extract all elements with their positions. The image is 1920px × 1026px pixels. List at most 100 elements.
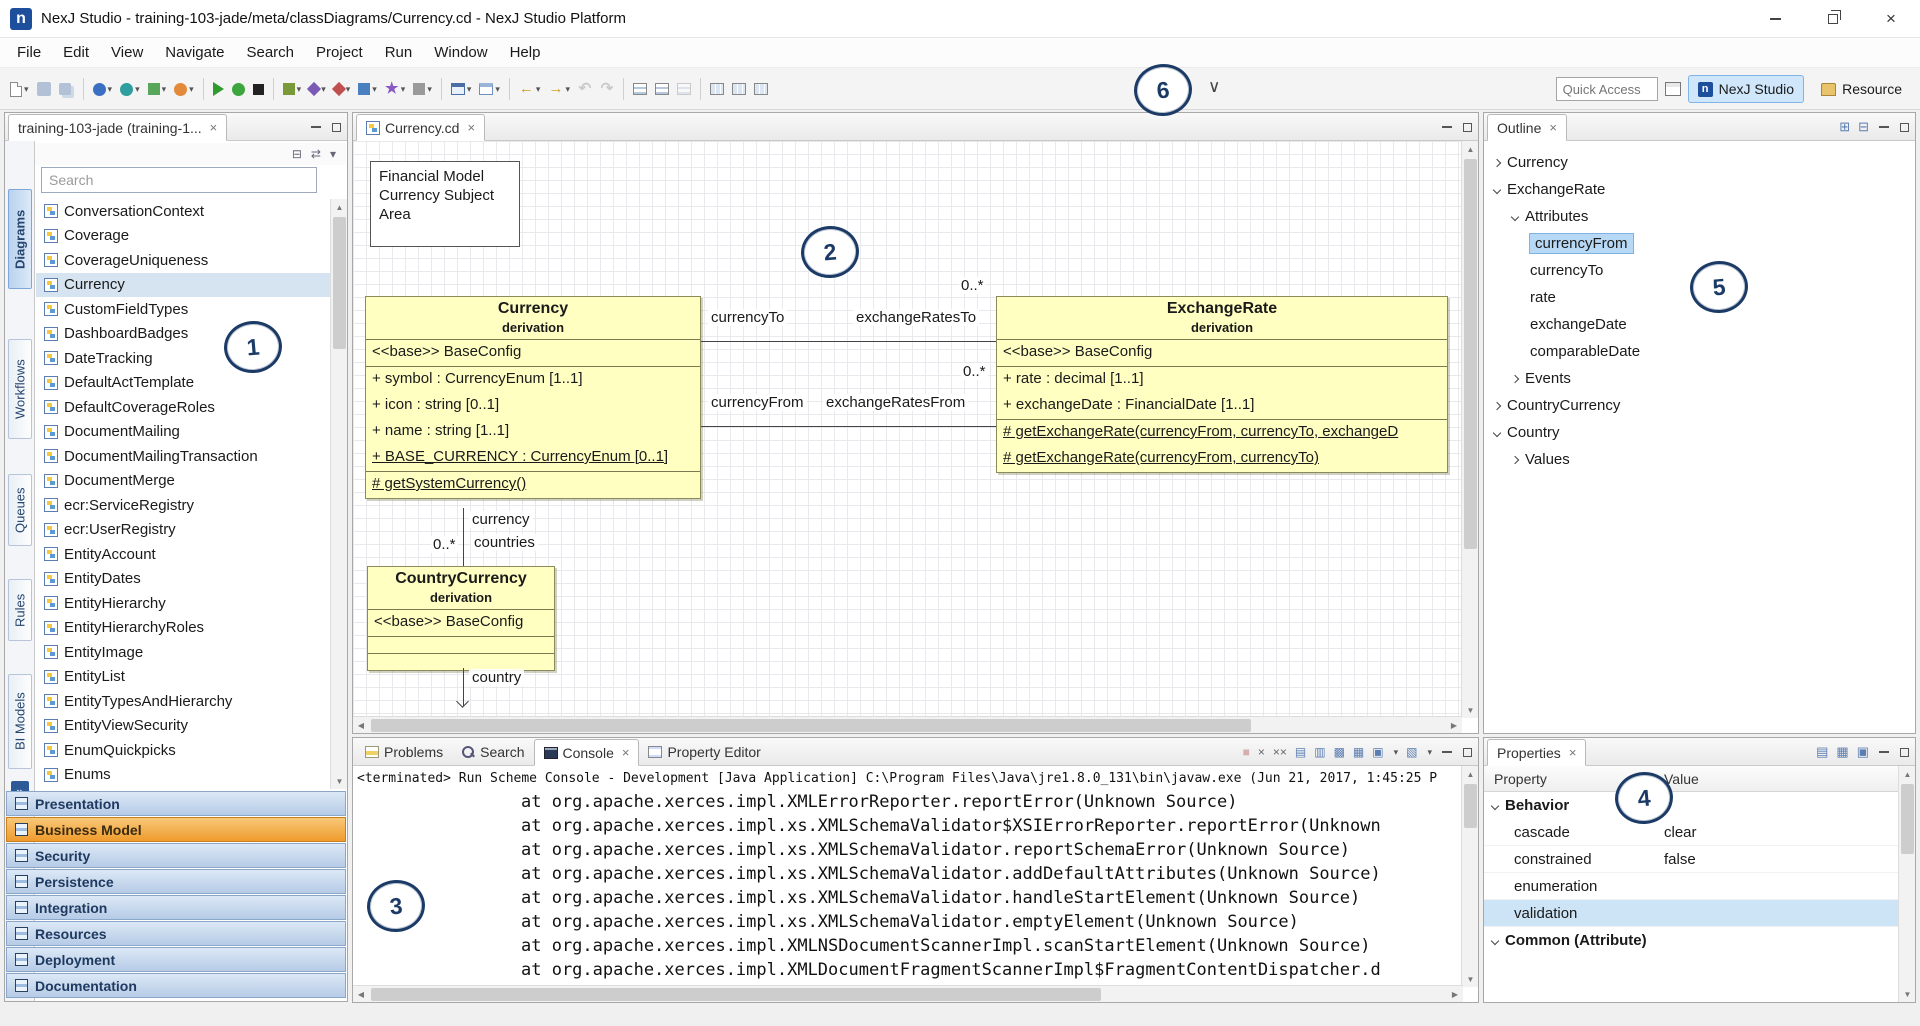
tab-problems[interactable]: Problems [356,738,452,765]
deploy-tool-button[interactable]: ▾ [331,74,354,104]
pin-view-icon[interactable]: ▣ [1857,744,1869,760]
menu-search[interactable]: Search [235,38,305,67]
list-item-dashboardbadges[interactable]: DashboardBadges [36,322,332,347]
maximize-button[interactable] [1804,0,1862,37]
outline-node-attributes[interactable]: Attributes [1484,203,1915,230]
menu-edit[interactable]: Edit [52,38,100,67]
menu-help[interactable]: Help [499,38,552,67]
open-perspective-icon[interactable] [1665,82,1681,96]
wand-tool-button[interactable]: ★▾ [382,74,409,104]
list-item-coverageuniqueness[interactable]: CoverageUniqueness [36,248,332,273]
menu-window[interactable]: Window [423,38,498,67]
collapse-all-icon[interactable]: ⊟ [292,147,302,161]
list-item-ecr-serviceregistry[interactable]: ecr:ServiceRegistry [36,493,332,518]
list-item-entitydates[interactable]: EntityDates [36,567,332,592]
outline-node-values[interactable]: Values [1484,446,1915,473]
compare-tool-button[interactable]: ▾ [306,74,329,104]
class-operation[interactable]: # getSystemCurrency() [366,472,700,498]
chevron-right-icon[interactable] [1511,455,1519,463]
launch-tool-button[interactable]: ▾ [90,74,116,104]
uml-class-currency[interactable]: Currency derivation <<base>> BaseConfig … [365,296,701,499]
minimize-view-icon[interactable] [1879,751,1889,753]
outline-node-countrycurrency[interactable]: CountryCurrency [1484,392,1915,419]
minimize-view-icon[interactable] [1442,126,1452,128]
dropdown-caret-icon[interactable]: ▾ [536,84,541,95]
outline-node-country[interactable]: Country [1484,419,1915,446]
tab-console[interactable]: Console× [534,739,640,766]
console-horizontal-scrollbar[interactable]: ◀ ▶ [353,985,1463,1002]
scroll-lock-icon[interactable]: ▥ [1314,745,1325,759]
show-categories-icon[interactable]: ▤ [1816,744,1828,760]
close-icon[interactable]: × [467,120,475,135]
dropdown-caret-icon[interactable]: ▾ [565,84,570,95]
dropdown-caret-icon[interactable]: ▾ [401,84,406,95]
maximize-view-icon[interactable] [1463,748,1472,757]
chevron-down-icon[interactable] [1491,936,1499,944]
chevron-right-icon[interactable] [1511,374,1519,382]
scroll-up-icon[interactable]: ▲ [1899,766,1916,782]
scrollbar-thumb[interactable] [1464,159,1477,549]
property-row-constrained[interactable]: constrainedfalse [1484,846,1898,873]
list-item-customfieldtypes[interactable]: CustomFieldTypes [36,297,332,322]
outline-node-comparabledate[interactable]: comparableDate [1484,338,1915,365]
scroll-down-icon[interactable]: ▼ [1899,986,1916,1002]
layer-category-persistence[interactable]: Persistence [6,869,346,894]
navigator-scrollbar[interactable]: ▲ ▼ [330,199,347,789]
new-wizard-button[interactable]: ▾ [7,74,32,104]
outline-node-currencyfrom[interactable]: currencyFrom [1484,230,1915,257]
property-row-cascade[interactable]: cascadeclear [1484,819,1898,846]
scroll-up-icon[interactable]: ▲ [331,199,348,215]
menu-file[interactable]: File [6,38,52,67]
scroll-down-icon[interactable]: ▼ [1462,971,1479,987]
properties-scrollbar[interactable]: ▲ ▼ [1898,766,1915,1002]
database-tool-button[interactable]: ▾ [355,74,380,104]
list-item-coverage[interactable]: Coverage [36,224,332,249]
model-tool-button[interactable]: ▾ [145,74,170,104]
collapse-all-button[interactable] [652,74,672,104]
chevron-down-icon[interactable] [1511,212,1519,220]
word-wrap-icon[interactable]: ▩ [1334,745,1345,759]
console-output[interactable]: <terminated> Run Scheme Console - Develo… [355,766,1463,987]
run-button[interactable] [210,74,227,104]
perspective-resource[interactable]: Resource [1811,75,1912,103]
list-item-entityaccount[interactable]: EntityAccount [36,542,332,567]
uml-class-exchangerate[interactable]: ExchangeRate derivation <<base>> BaseCon… [996,296,1448,473]
close-button[interactable]: × [1862,0,1920,37]
list-item-entityviewsecurity[interactable]: EntityViewSecurity [36,714,332,739]
dropdown-caret-icon[interactable]: ▾ [346,84,351,95]
back-button[interactable]: ←▾ [516,74,544,104]
maximize-view-icon[interactable] [332,123,341,132]
layer-category-security[interactable]: Security [6,843,346,868]
layer-category-integration[interactable]: Integration [6,895,346,920]
layer-tab-diagrams[interactable]: Diagrams [8,189,32,289]
scroll-down-icon[interactable]: ▼ [1462,702,1479,718]
show-advanced-icon[interactable]: ▦ [1836,744,1848,760]
user-tool-button[interactable]: ▾ [171,74,197,104]
perspective-nexj-studio[interactable]: n NexJ Studio [1688,75,1804,103]
outline-node-currency[interactable]: Currency [1484,149,1915,176]
layer-category-business-model[interactable]: Business Model [6,817,346,842]
open-console-icon[interactable]: ▧ [1406,745,1417,759]
tab-currency-cd[interactable]: Currency.cd × [356,114,485,141]
list-item-entityimage[interactable]: EntityImage [36,640,332,665]
scrollbar-thumb[interactable] [1901,784,1914,854]
list-item-entitylist[interactable]: EntityList [36,665,332,690]
outline-node-events[interactable]: Events [1484,365,1915,392]
minimize-view-icon[interactable] [1879,126,1889,128]
list-item-enums[interactable]: Enums [36,763,332,788]
window-tool-button[interactable]: ▾ [448,74,475,104]
scroll-left-icon[interactable]: ◀ [353,986,369,1003]
layer-category-presentation[interactable]: Presentation [6,791,346,816]
show-table-button[interactable] [729,74,749,104]
outline-node-exchangedate[interactable]: exchangeDate [1484,311,1915,338]
display-console-icon[interactable]: ▣ [1372,745,1383,759]
tab-outline[interactable]: Outline × [1487,114,1567,141]
link-with-editor-button[interactable] [630,74,650,104]
outline-node-exchangerate[interactable]: ExchangeRate [1484,176,1915,203]
maximize-view-icon[interactable] [1463,123,1472,132]
scroll-left-icon[interactable]: ◀ [353,717,369,734]
diagram-note[interactable]: Financial Model Currency Subject Area [370,161,520,247]
class-attribute[interactable]: + BASE_CURRENCY : CurrencyEnum [0..1] [366,445,700,471]
tab-navigator[interactable]: training-103-jade (training-1... × [8,114,227,141]
list-item-ecr-userregistry[interactable]: ecr:UserRegistry [36,518,332,543]
